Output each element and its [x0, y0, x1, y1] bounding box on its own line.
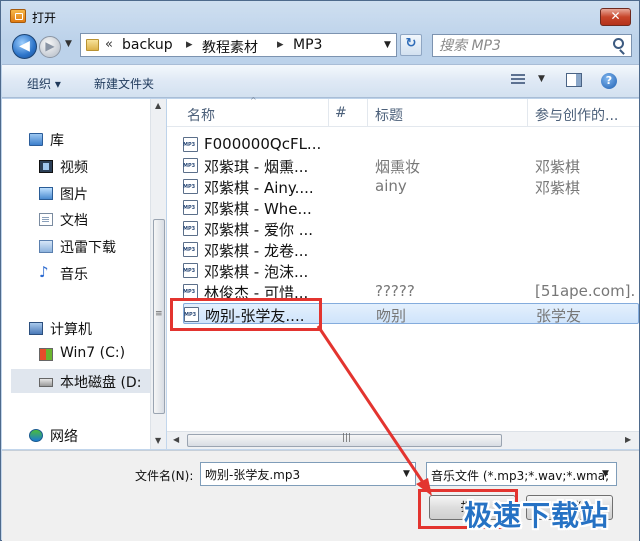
site-watermark-logo: 极速下载站 [464, 499, 610, 532]
annotation-arrow [316, 325, 432, 496]
